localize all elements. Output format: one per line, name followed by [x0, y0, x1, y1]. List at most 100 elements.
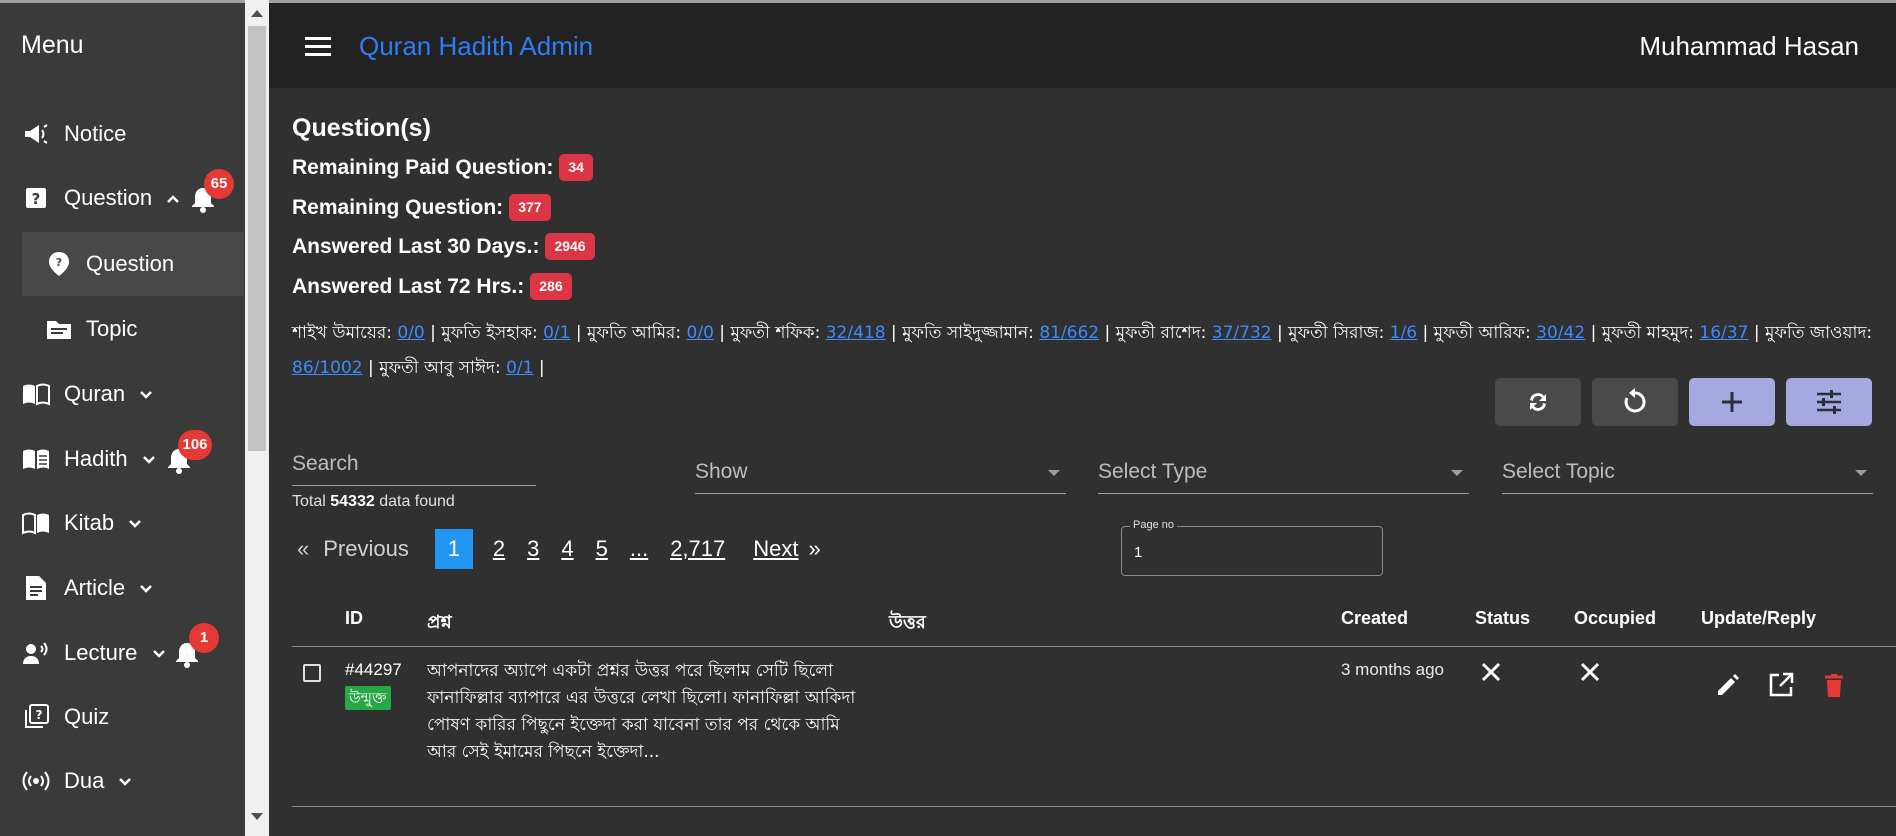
scroll-down-arrow-icon[interactable] — [251, 813, 263, 820]
mufti-count-link[interactable]: 0/1 — [543, 323, 570, 343]
add-question-button[interactable] — [1689, 378, 1775, 426]
hamburger-menu-icon[interactable] — [305, 37, 331, 57]
col-header-status[interactable]: Status — [1475, 608, 1530, 629]
first-page-link[interactable]: « — [297, 536, 309, 562]
sync-icon — [1530, 393, 1546, 411]
last-page-link[interactable]: » — [809, 536, 821, 562]
map-pin-question-icon: ? — [44, 249, 74, 279]
chevron-down-icon — [152, 650, 165, 658]
sidebar-item-question[interactable]: ? Question 65 — [0, 166, 244, 230]
user-name[interactable]: Muhammad Hasan — [1639, 31, 1859, 62]
total-count-text: Total 54332 data found — [292, 493, 455, 511]
mufti-count-link[interactable]: 0/1 — [506, 358, 533, 378]
mufti-name: মুফতি ইসহাক: — [441, 323, 538, 343]
sidebar-item-label: Question — [86, 251, 175, 276]
app-root: Menu Notice ? Question 65 ? Question Top… — [0, 0, 1896, 836]
previous-page-link[interactable]: Previous — [323, 536, 409, 562]
sidebar-item-notice[interactable]: Notice — [0, 102, 244, 166]
top-bar: Quran Hadith Admin Muhammad Hasan — [269, 0, 1896, 88]
sidebar-item-label: Lecture — [64, 640, 138, 665]
page-link[interactable]: 3 — [527, 536, 539, 562]
mufti-count-link[interactable]: 0/0 — [397, 323, 424, 343]
reload-icon — [1624, 388, 1646, 413]
sidebar-item-topic[interactable]: Topic — [0, 297, 244, 361]
sidebar-item-article[interactable]: Article — [0, 556, 244, 620]
sidebar-item-quiz[interactable]: ? Quiz — [0, 685, 244, 749]
sidebar-item-lecture[interactable]: Lecture 1 — [0, 621, 244, 685]
mufti-stats: শাইখ উমায়ের: 0/0 | মুফতি ইসহাক: 0/1 | ম… — [292, 323, 1873, 378]
topic-select[interactable]: Select Topic — [1502, 448, 1873, 494]
mufti-name: মুফতি সাইদুজ্জামান: — [902, 323, 1034, 343]
page-number-input[interactable] — [1132, 543, 1366, 562]
book-icon — [21, 508, 51, 538]
megaphone-icon — [21, 119, 51, 149]
mufti-count-link[interactable]: 37/732 — [1212, 323, 1272, 343]
table-header-divider — [292, 646, 1896, 647]
sidebar: Menu Notice ? Question 65 ? Question Top… — [0, 0, 245, 836]
filters-button[interactable] — [1786, 378, 1872, 426]
stat-remaining-paid: Remaining Paid Question: 34 — [292, 154, 593, 181]
page-title: Question(s) — [292, 114, 431, 142]
external-link-icon — [1769, 672, 1794, 697]
row-checkbox[interactable] — [303, 664, 321, 682]
sidebar-item-label: Hadith — [64, 446, 128, 471]
stat-badge: 34 — [559, 154, 593, 181]
sync-button[interactable] — [1495, 378, 1581, 426]
sidebar-item-quran[interactable]: Quran — [0, 362, 244, 426]
edit-button[interactable] — [1713, 670, 1743, 700]
broadcast-icon — [21, 766, 51, 796]
sidebar-item-label: Kitab — [64, 510, 115, 535]
total-count: 54332 — [330, 493, 375, 510]
sliders-icon — [1817, 390, 1841, 414]
col-header-answer[interactable]: উত্তর — [889, 608, 926, 639]
sidebar-scrollbar[interactable] — [245, 0, 269, 836]
stat-label: Answered Last 72 Hrs.: — [292, 274, 525, 298]
col-header-created[interactable]: Created — [1341, 608, 1408, 629]
page-link-current[interactable]: 1 — [434, 529, 473, 569]
type-select[interactable]: Select Type — [1098, 448, 1469, 494]
page-link[interactable]: 5 — [596, 536, 608, 562]
col-header-occupied[interactable]: Occupied — [1574, 608, 1656, 629]
svg-text:?: ? — [32, 190, 41, 208]
open-external-button[interactable] — [1766, 670, 1796, 700]
app-title[interactable]: Quran Hadith Admin — [359, 31, 593, 62]
sidebar-item-dua[interactable]: Dua — [0, 749, 244, 813]
mufti-count-link[interactable]: 32/418 — [826, 323, 886, 343]
mufti-count-link[interactable]: 1/6 — [1390, 323, 1417, 343]
mufti-count-link[interactable]: 30/42 — [1536, 323, 1585, 343]
pagination: « Previous 1 2 3 4 5 ... 2,717 Next » — [297, 529, 843, 569]
col-header-update-reply[interactable]: Update/Reply — [1701, 608, 1816, 629]
page-link-last[interactable]: 2,717 — [670, 536, 725, 562]
page-number-field[interactable]: Page no — [1121, 519, 1383, 576]
delete-button[interactable] — [1819, 670, 1849, 700]
mufti-count-link[interactable]: 86/1002 — [292, 358, 363, 378]
sidebar-item-hadith[interactable]: Hadith 106 — [0, 427, 244, 491]
mufti-count-link[interactable]: 16/37 — [1699, 323, 1748, 343]
scroll-up-arrow-icon[interactable] — [251, 10, 263, 17]
stat-answered-72-hrs: Answered Last 72 Hrs.: 286 — [292, 273, 572, 300]
question-text: আপনাদের অ্যাপে একটা প্রশ্নর উত্তর পরে ছি… — [427, 661, 856, 762]
sidebar-item-kitab[interactable]: Kitab — [0, 491, 244, 555]
page-ellipsis[interactable]: ... — [630, 536, 648, 562]
search-placeholder: Search — [292, 452, 359, 475]
reload-button[interactable] — [1592, 378, 1678, 426]
page-link[interactable]: 4 — [561, 536, 573, 562]
mufti-name: মুফতী মাহমুদ: — [1601, 323, 1695, 343]
scrollbar-thumb[interactable] — [248, 26, 266, 451]
col-header-id[interactable]: ID — [345, 608, 363, 629]
sidebar-item-label: Dua — [64, 768, 105, 793]
mufti-count-link[interactable]: 0/0 — [687, 323, 714, 343]
mufti-count-link[interactable]: 81/662 — [1039, 323, 1099, 343]
search-input[interactable]: Search — [292, 440, 536, 486]
notification-badge: 65 — [204, 169, 234, 199]
svg-text:?: ? — [56, 256, 62, 269]
next-page-link[interactable]: Next — [753, 536, 798, 562]
status-pill: উন্মুক্ত — [345, 686, 391, 710]
document-icon — [21, 573, 51, 603]
show-select[interactable]: Show — [695, 448, 1066, 494]
page-link[interactable]: 2 — [493, 536, 505, 562]
mufti-name: মুফতী আবু সাঈদ: — [379, 358, 501, 378]
col-header-question[interactable]: প্রশ্ন — [427, 608, 452, 639]
page-number-label: Page no — [1130, 519, 1177, 531]
sidebar-item-question-list[interactable]: ? Question — [22, 232, 244, 296]
